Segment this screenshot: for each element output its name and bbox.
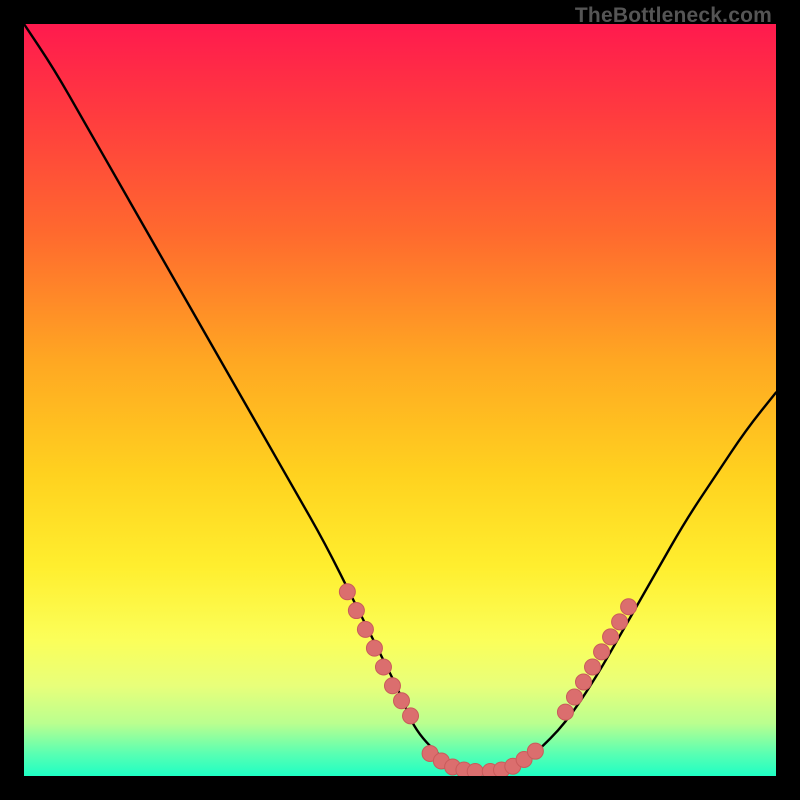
marker-right-ascent (575, 674, 591, 690)
marker-left-descent (366, 640, 382, 656)
marker-right-ascent (566, 689, 582, 705)
marker-right-ascent (612, 614, 628, 630)
marker-right-ascent (585, 659, 601, 675)
marker-left-descent (403, 708, 419, 724)
marker-left-descent (384, 678, 400, 694)
marker-right-ascent (594, 644, 610, 660)
marker-right-ascent (603, 629, 619, 645)
marker-left-descent (394, 693, 410, 709)
watermark-label: TheBottleneck.com (575, 4, 772, 28)
chart-stage: TheBottleneck.com (0, 0, 800, 800)
marker-valley (467, 763, 483, 776)
marker-right-ascent (557, 704, 573, 720)
plot-area (24, 24, 776, 776)
marker-left-descent (339, 584, 355, 600)
marker-left-descent (375, 659, 391, 675)
marker-valley (527, 743, 543, 759)
marker-left-descent (348, 603, 364, 619)
bottleneck-curve (24, 24, 776, 772)
marker-right-ascent (621, 599, 637, 615)
chart-svg (24, 24, 776, 776)
marker-left-descent (357, 621, 373, 637)
curve-markers (339, 584, 636, 776)
